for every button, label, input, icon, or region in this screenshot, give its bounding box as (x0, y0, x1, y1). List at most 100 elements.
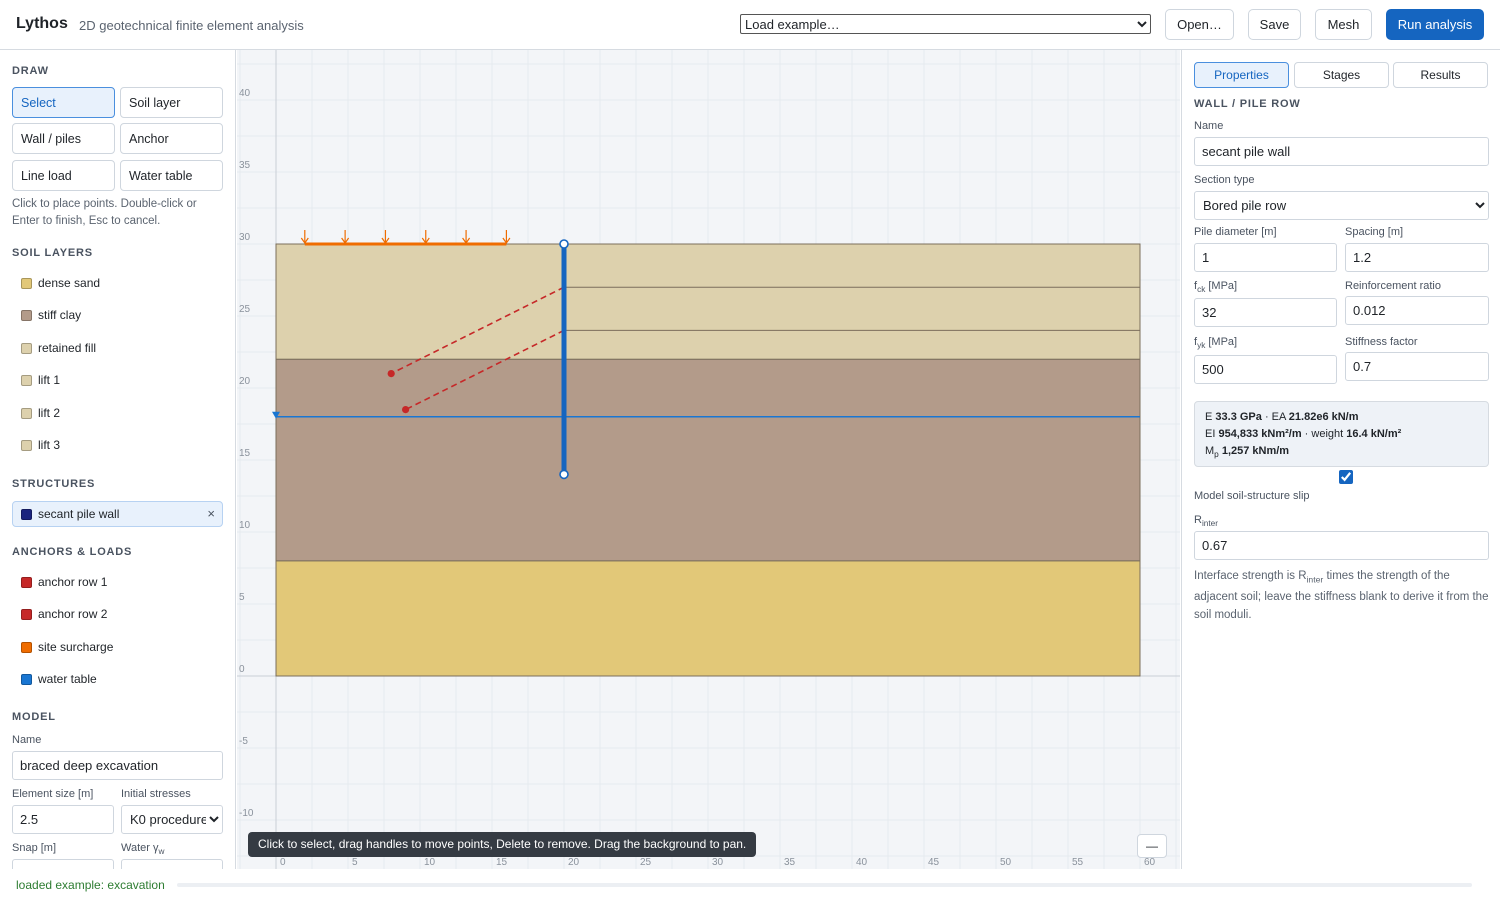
soil-layer-item[interactable]: retained fill (12, 335, 223, 361)
snap-label: Snap [m] (12, 842, 57, 854)
derived-properties-box: E 33.3 GPa · EA 21.82e6 kN/m EI 954,833 … (1194, 401, 1489, 467)
y-tick-label: 5 (239, 592, 245, 603)
soil-layer-item[interactable]: stiff clay (12, 302, 223, 328)
tool-select-button[interactable]: Select (12, 87, 115, 118)
anchor-end-point (387, 370, 395, 378)
soil-layer-swatch (21, 440, 32, 451)
draw-hint: Click to place points. Double-click or E… (12, 198, 197, 227)
spacing-input[interactable] (1345, 243, 1489, 272)
tool-water-table-button[interactable]: Water table (120, 160, 223, 191)
anchor-load-label: water table (38, 672, 97, 687)
model-canvas[interactable]: 40 35 30 25 20 15 10 5 0 -5 -10 0 5 10 15 20 25 30 35 40 45 5… (237, 50, 1180, 869)
load-example-select[interactable]: Load example… (740, 14, 1151, 34)
x-tick-label: 15 (496, 857, 508, 868)
soil-layers-title: SOIL LAYERS (12, 247, 93, 259)
x-tick-label: 60 (1144, 857, 1156, 868)
save-button[interactable]: Save (1248, 9, 1301, 40)
y-tick-label: 15 (239, 448, 251, 459)
geometry-view[interactable]: 4035302520151050-5-100 5 10 15 20 25 30 35 40 45 5… (237, 50, 1180, 869)
section-type-select[interactable]: Bored pile row (1194, 191, 1489, 220)
soil-layer-item[interactable]: lift 1 (12, 367, 223, 393)
pile-diameter-input[interactable] (1194, 243, 1337, 272)
y-tick-label: 20 (239, 376, 251, 387)
fck-input[interactable] (1194, 298, 1337, 327)
structure-swatch (21, 509, 32, 520)
tool-wall-piles-button[interactable]: Wall / piles (12, 123, 115, 154)
soil-layer-label: dense sand (38, 276, 101, 290)
water-label-main: Water γ (121, 842, 159, 854)
x-tick-label: 35 (784, 857, 796, 868)
note-sub: inter (1306, 574, 1324, 585)
model-name-input[interactable] (12, 751, 223, 780)
soil-layer-swatch (21, 375, 32, 387)
weight-value: 16.4 kN/m² (1346, 428, 1402, 440)
x-tick-label: 30 (712, 857, 724, 868)
tool-anchor-button[interactable]: Anchor (120, 123, 223, 154)
anchor-load-item[interactable]: anchor row 1 (12, 569, 223, 595)
fck-label-unit: [MPa] (1205, 280, 1238, 292)
stiffness-factor-label: Stiffness factor (1345, 336, 1418, 348)
anchors-loads-title: ANCHORS & LOADS (12, 546, 133, 558)
tool-line-load-button[interactable]: Line load (12, 160, 115, 191)
water-label-sub: w (158, 847, 165, 857)
anchor-load-label: anchor row 1 (38, 575, 108, 589)
fyk-input[interactable] (1194, 355, 1337, 384)
mp-label-main: M (1205, 445, 1215, 457)
run-analysis-button[interactable]: Run analysis (1386, 9, 1484, 40)
x-tick-label: 20 (568, 857, 580, 868)
right-panel: Properties Stages Results WALL / PILE RO… (1181, 50, 1500, 869)
soil-layer-item[interactable]: lift 3 (12, 432, 223, 458)
derived-row-mp: Mp 1,257 kNm/m (1205, 443, 1478, 463)
remove-icon[interactable]: × (207, 506, 215, 521)
anchor-load-swatch (21, 641, 32, 653)
water-unit-weight-input[interactable] (121, 859, 223, 869)
model-name-label: Name (12, 734, 42, 746)
wall-name-input[interactable] (1194, 137, 1489, 166)
soil-region-retained-fill (275, 243, 1141, 360)
wall-top-handle (559, 239, 569, 249)
soil-region-stiff-clay (275, 358, 1141, 562)
water-unit-weight-label: Water γw (121, 842, 164, 856)
element-size-input[interactable] (12, 805, 114, 834)
interface-note: Interface strength is Rinter times the s… (1194, 567, 1490, 624)
element-size-label: Element size [m] (12, 788, 94, 800)
pile-diameter-label: Pile diameter [m] (1194, 226, 1277, 238)
tab-properties[interactable]: Properties (1194, 62, 1289, 88)
anchor-end-point (402, 406, 410, 414)
y-tick-label: 25 (239, 304, 251, 315)
tab-stages[interactable]: Stages (1294, 62, 1389, 88)
stiffness-factor-input[interactable] (1345, 352, 1489, 381)
note-part1: Interface strength is R (1194, 570, 1307, 582)
anchor-load-item[interactable]: water table (12, 666, 223, 692)
anchor-load-item[interactable]: site surcharge (12, 634, 223, 660)
tab-results[interactable]: Results (1393, 62, 1488, 88)
draw-section-title: DRAW (12, 65, 49, 77)
initial-stresses-select[interactable]: K0 procedure (121, 805, 223, 834)
properties-section-title: WALL / PILE ROW (1194, 98, 1301, 110)
soil-layer-item[interactable]: lift 2 (12, 400, 223, 426)
canvas-hint: Click to select, drag handles to move po… (248, 832, 757, 857)
anchor-load-label: site surcharge (38, 639, 114, 654)
section-type-label: Section type (1194, 174, 1255, 186)
app-title: Lythos (16, 15, 68, 32)
mesh-button[interactable]: Mesh (1315, 9, 1372, 40)
soil-layer-label: lift 3 (38, 438, 61, 452)
anchor-load-swatch (21, 577, 32, 588)
soil-region-dense-sand (275, 560, 1141, 677)
snap-input[interactable] (12, 859, 114, 869)
structures-title: STRUCTURES (12, 478, 96, 490)
x-tick-label: 55 (1072, 857, 1084, 868)
soil-structure-slip-checkbox[interactable] (1339, 470, 1353, 484)
ea-label: · EA (1261, 411, 1289, 423)
reinforcement-ratio-input[interactable] (1345, 296, 1489, 325)
structure-item-secant-pile-wall[interactable]: secant pile wall × (12, 501, 223, 527)
x-tick-label: 40 (856, 857, 868, 868)
anchor-load-item[interactable]: anchor row 2 (12, 601, 223, 627)
collapse-button[interactable]: — (1137, 834, 1167, 858)
soil-layer-item[interactable]: dense sand (12, 270, 223, 296)
open-button[interactable]: Open… (1165, 9, 1234, 40)
tool-soil-layer-button[interactable]: Soil layer (120, 87, 223, 118)
rinter-label: Rinter (1194, 514, 1218, 528)
soil-layer-label: retained fill (38, 340, 97, 355)
rinter-input[interactable] (1194, 531, 1489, 560)
